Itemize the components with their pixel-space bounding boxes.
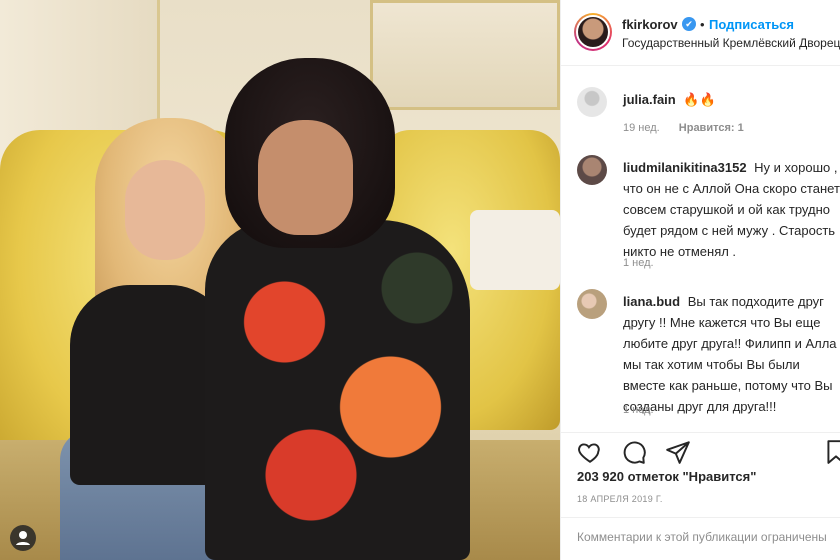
post-photo[interactable] xyxy=(0,0,560,560)
comments-list[interactable]: julia.fain 🔥🔥 19 нед. Нравится: 1 liudmi… xyxy=(561,67,840,432)
likes-count[interactable]: 203 920 отметок "Нравится" xyxy=(577,469,756,484)
photo-table xyxy=(470,210,560,290)
comments-restricted-text: Комментарии к этой публикации ограничены xyxy=(577,530,827,544)
bookmark-icon[interactable] xyxy=(823,439,840,467)
comment-body: julia.fain 🔥🔥 xyxy=(623,89,840,110)
comments-disabled-footer: Комментарии к этой публикации ограничены xyxy=(561,517,840,560)
photo-man-body xyxy=(205,220,470,560)
follow-button[interactable]: Подписаться xyxy=(709,17,794,32)
comment-likes[interactable]: Нравится: 1 xyxy=(679,122,744,134)
post-actions: 203 920 отметок "Нравится" 18 апреля 201… xyxy=(561,432,840,527)
comment-meta: 1 нед. xyxy=(623,404,654,416)
author-avatar[interactable] xyxy=(574,13,612,51)
post-side-panel: fkirkorov ✔ • Подписаться Государственны… xyxy=(560,0,840,560)
comment-username[interactable]: julia.fain xyxy=(623,92,676,107)
heart-icon[interactable] xyxy=(577,439,605,467)
comment-time[interactable]: 1 нед. xyxy=(623,404,654,416)
comment-body: liana.bud Вы так подходите друг другу !!… xyxy=(623,291,840,417)
comment-body: liudmilanikitina3152 Ну и хорошо , что о… xyxy=(623,157,840,262)
default-avatar-icon[interactable] xyxy=(577,87,607,117)
tagged-users-icon[interactable] xyxy=(10,525,36,551)
author-avatar-image xyxy=(576,15,610,49)
user-photo-avatar[interactable] xyxy=(577,155,607,185)
user-photo-avatar[interactable] xyxy=(577,289,607,319)
photo-man-face xyxy=(258,120,353,235)
photo-wall-right xyxy=(370,0,560,110)
comment-meta: 1 нед. xyxy=(623,257,654,269)
comment-text: Вы так подходите друг другу !! Мне кажет… xyxy=(623,294,837,414)
comment-meta: 19 нед. Нравится: 1 xyxy=(623,122,744,134)
comment-time[interactable]: 19 нед. xyxy=(623,122,660,134)
share-icon[interactable] xyxy=(665,439,693,467)
comment-username[interactable]: liudmilanikitina3152 xyxy=(623,160,747,175)
verified-badge-icon: ✔ xyxy=(682,17,696,31)
comment-icon[interactable] xyxy=(621,439,649,467)
post-date[interactable]: 18 апреля 2019 г. xyxy=(577,494,663,504)
post-header: fkirkorov ✔ • Подписаться Государственны… xyxy=(561,0,840,66)
post-location[interactable]: Государственный Кремлёвский Дворец xyxy=(622,36,840,50)
comment-text: 🔥🔥 xyxy=(683,92,716,107)
comment-username[interactable]: liana.bud xyxy=(623,294,680,309)
photo-woman-face xyxy=(125,160,205,260)
author-username[interactable]: fkirkorov xyxy=(622,17,678,32)
separator-dot: • xyxy=(700,17,705,32)
comment-time[interactable]: 1 нед. xyxy=(623,257,654,269)
